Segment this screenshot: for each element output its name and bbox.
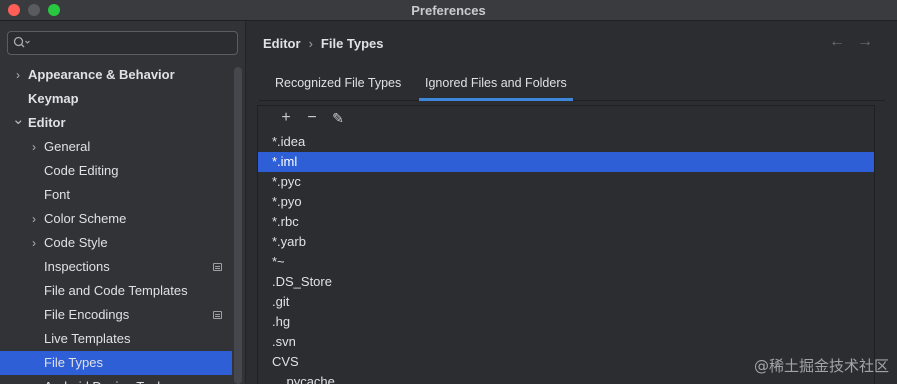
list-item[interactable]: .git [258,292,874,312]
search-icon [13,36,30,48]
watermark: @稀土掘金技术社区 [753,357,889,375]
list-toolbar: + − ✎ [258,106,874,130]
project-settings-icon [213,263,222,271]
sidebar-scrollbar[interactable] [234,67,242,384]
sidebar-item-label: File and Code Templates [44,283,188,298]
sidebar-item-label: Live Templates [44,331,131,346]
sidebar-item-file-and-code-templates[interactable]: File and Code Templates [0,279,232,303]
list-item[interactable]: .svn [258,332,874,352]
sidebar-item-color-scheme[interactable]: › Color Scheme [0,207,232,231]
sidebar-item-label: Keymap [28,91,79,106]
tab-recognized-file-types[interactable]: Recognized File Types [269,71,407,101]
sidebar-item-code-editing[interactable]: Code Editing [0,159,232,183]
sidebar-item-code-style[interactable]: › Code Style [0,231,232,255]
list-item[interactable]: *.yarb [258,232,874,252]
list-item[interactable]: *.iml [258,152,874,172]
list-item[interactable]: *.idea [258,132,874,152]
sidebar-item-label: Code Style [44,235,108,250]
sidebar-item-inspections[interactable]: Inspections [0,255,232,279]
back-arrow-icon[interactable]: ← [829,33,857,50]
breadcrumb-separator: › [308,36,313,51]
chevron-right-icon[interactable]: › [12,63,24,87]
add-icon[interactable]: + [276,108,296,128]
sidebar-item-keymap[interactable]: Keymap [0,87,232,111]
sidebar-item-label: File Types [44,355,104,370]
chevron-down-icon[interactable]: ⌄ [12,108,25,132]
chevron-right-icon[interactable]: › [28,207,40,231]
breadcrumb-current: File Types [320,36,384,51]
list-item[interactable]: .hg [258,312,874,332]
settings-search-input[interactable] [7,31,238,55]
window-title: Preferences [411,3,486,18]
sidebar-item-general[interactable]: › General [0,135,232,159]
sidebar-item-file-encodings[interactable]: File Encodings [0,303,232,327]
sidebar-item-android-design-tools[interactable]: Android Design Tools [0,375,232,384]
edit-pencil-icon[interactable]: ✎ [328,108,348,128]
settings-sidebar: › Appearance & Behavior Keymap ⌄ Editor › Gene… [0,21,246,384]
list-item[interactable]: *.pyo [258,192,874,212]
sidebar-item-live-templates[interactable]: Live Templates [0,327,232,351]
sidebar-item-label: General [44,139,91,154]
history-navigation: ←→ [829,33,885,51]
sidebar-item-file-types[interactable]: File Types [0,351,232,375]
remove-icon[interactable]: − [302,108,322,128]
ignored-patterns-list: *.idea *.iml *.pyc *.pyo *.rbc *.yarb *~ .DS_St… [258,132,874,384]
tab-ignored-files-and-folders[interactable]: Ignored Files and Folders [419,71,573,101]
title-bar: Preferences [0,0,897,21]
sidebar-item-font[interactable]: Font [0,183,232,207]
sidebar-item-label: Editor [28,115,66,130]
sidebar-item-appearance-behavior[interactable]: › Appearance & Behavior [0,63,232,87]
breadcrumb-parent[interactable]: Editor [263,36,301,51]
settings-tree: › Appearance & Behavior Keymap ⌄ Editor › Gene… [0,63,232,384]
sidebar-item-editor[interactable]: ⌄ Editor [0,111,232,135]
sidebar-item-label: File Encodings [44,307,130,322]
list-item[interactable]: *.rbc [258,212,874,232]
chevron-right-icon[interactable]: › [28,135,40,159]
ignored-files-panel: + − ✎ *.idea *.iml *.pyc *.pyo *.rbc *.yarb *~… [257,105,875,384]
sidebar-item-label: Color Scheme [44,211,127,226]
list-item[interactable]: *~ [258,252,874,272]
breadcrumb: Editor › File Types [263,36,384,51]
sidebar-item-label: Inspections [44,259,110,274]
sidebar-item-label: Code Editing [44,163,119,178]
sidebar-item-label: Appearance & Behavior [28,67,175,82]
list-item[interactable]: .DS_Store [258,272,874,292]
project-settings-icon [213,311,222,319]
sidebar-item-label: Android Design Tools [44,375,167,384]
list-item[interactable]: *.pyc [258,172,874,192]
settings-content: Editor › File Types ←→ Recognized File Typ… [247,21,897,384]
chevron-right-icon[interactable]: › [28,231,40,255]
sidebar-item-label: Font [44,187,71,202]
file-types-tabs: Recognized File Types Ignored Files and … [259,71,885,101]
forward-arrow-icon[interactable]: → [857,33,885,50]
